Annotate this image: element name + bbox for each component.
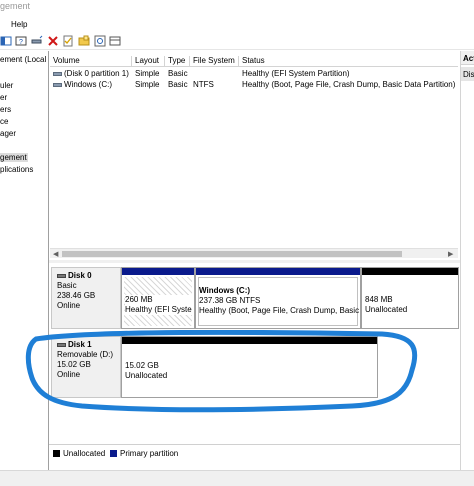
menu-help[interactable]: Help — [11, 20, 27, 29]
disk-name: Disk 0 — [68, 271, 92, 280]
row-volume-cell: (Disk 0 partition 1) — [50, 69, 132, 78]
partition-info: Windows (C:) 237.38 GB NTFS Healthy (Boo… — [199, 286, 359, 316]
unallocated-swatch — [53, 450, 60, 457]
volume-list-scrollbar[interactable]: ◀ ▶ — [50, 248, 458, 258]
column-volume[interactable]: Volume — [50, 56, 132, 67]
row-type-cell: Basic — [168, 69, 188, 78]
legend-primary-partition: Primary partition — [120, 449, 179, 458]
tree-item-event-viewer[interactable]: er — [0, 93, 7, 102]
connect-drive-icon[interactable] — [31, 35, 43, 47]
partition-info: 260 MB Healthy (EFI Syste — [125, 295, 192, 315]
show-hide-tree-icon[interactable] — [0, 35, 12, 47]
partition-size: 848 MB — [365, 295, 393, 304]
properties-icon[interactable] — [62, 35, 74, 47]
actions-pane: Acti Dis — [460, 51, 474, 471]
volume-name: (Disk 0 partition 1) — [64, 69, 129, 78]
row-status-cell: Healthy (Boot, Page File, Crash Dump, Ba… — [242, 80, 456, 89]
disk-name: Disk 1 — [68, 340, 92, 349]
primary-partition-bar — [196, 268, 360, 275]
primary-partition-swatch — [110, 450, 117, 457]
partition-size: 237.38 GB NTFS — [199, 296, 261, 305]
console-tree: ement (Local uler er ers ce ager gement … — [0, 51, 46, 471]
tree-item-device-manager[interactable]: ager — [0, 129, 16, 138]
disk-type: Removable (D:) — [57, 350, 114, 359]
table-row[interactable]: Windows (C:) Simple Basic NTFS Healthy (… — [50, 80, 458, 91]
disk-icon — [57, 342, 66, 347]
disk-0-label[interactable]: Disk 0 Basic 238.46 GB Online — [51, 267, 121, 329]
tree-item-performance[interactable]: ce — [0, 117, 8, 126]
drive-icon — [53, 71, 62, 76]
partition-size: 15.02 GB — [125, 361, 159, 370]
partition-info: 15.02 GB Unallocated — [125, 361, 167, 381]
column-status[interactable]: Status — [239, 56, 458, 67]
disk-1-label[interactable]: Disk 1 Removable (D:) 15.02 GB Online — [51, 336, 121, 398]
row-status-cell: Healthy (EFI System Partition) — [242, 69, 350, 78]
partition-efi[interactable]: 260 MB Healthy (EFI Syste — [121, 267, 195, 329]
help-icon[interactable]: ? — [15, 35, 27, 47]
drive-icon — [53, 82, 62, 87]
partition-size: 260 MB — [125, 295, 153, 304]
delete-icon[interactable] — [47, 35, 59, 47]
row-layout-cell: Simple — [135, 69, 160, 78]
tree-item-disk-management[interactable]: gement — [0, 153, 28, 162]
partition-detail: Unallocated — [125, 371, 168, 380]
legend-unallocated: Unallocated — [63, 449, 106, 458]
svg-text:?: ? — [19, 39, 23, 46]
disk-type: Basic — [57, 281, 77, 290]
title-bar: gement — [0, 0, 474, 16]
scroll-left-icon[interactable]: ◀ — [53, 250, 58, 258]
scrollbar-thumb[interactable] — [62, 251, 402, 257]
status-bar — [0, 470, 474, 486]
disk-size: 238.46 GB — [57, 291, 96, 300]
disk-size: 15.02 GB — [57, 360, 91, 369]
row-volume-cell: Windows (C:) — [50, 80, 132, 89]
toolbar: ? — [0, 33, 474, 50]
row-type-cell: Basic — [168, 80, 188, 89]
table-row[interactable]: (Disk 0 partition 1) Simple Basic Health… — [50, 69, 458, 80]
disk-state: Online — [57, 301, 81, 310]
volume-list: Volume Layout Type File System Status (D… — [50, 55, 458, 261]
partition-unallocated-disk0[interactable]: 848 MB Unallocated — [361, 267, 459, 329]
tree-item-shared-folders[interactable]: ers — [0, 105, 11, 114]
partition-windows[interactable]: Windows (C:) 237.38 GB NTFS Healthy (Boo… — [195, 267, 361, 329]
partition-detail: Healthy (EFI Syste — [125, 305, 192, 314]
actions-disk-management[interactable]: Dis — [461, 67, 474, 81]
column-type[interactable]: Type — [165, 56, 190, 67]
actions-header: Acti — [461, 51, 474, 65]
disk-icon — [57, 273, 66, 278]
unallocated-bar — [362, 268, 458, 275]
partition-info: 848 MB Unallocated — [365, 295, 407, 315]
window-title: gement — [0, 1, 31, 11]
tree-item-services-and-applications[interactable]: plications — [0, 165, 33, 174]
disk-map: Disk 0 Basic 238.46 GB Online 260 MB Hea… — [49, 263, 461, 443]
column-layout[interactable]: Layout — [132, 56, 165, 67]
disk-state: Online — [57, 370, 81, 379]
partition-label: Windows (C:) — [199, 286, 251, 295]
menu-bar: Help — [0, 16, 474, 33]
volume-list-header: Volume Layout Type File System Status — [50, 55, 458, 67]
volume-name: Windows (C:) — [64, 80, 113, 89]
search-icon[interactable] — [94, 35, 106, 47]
column-file-system[interactable]: File System — [190, 56, 239, 67]
partition-unallocated-disk1[interactable]: 15.02 GB Unallocated — [121, 336, 378, 398]
tree-item-root[interactable]: ement (Local — [0, 55, 46, 64]
scroll-right-icon[interactable]: ▶ — [448, 250, 453, 258]
legend: Unallocated Primary partition — [49, 444, 461, 460]
row-fs-cell: NTFS — [193, 80, 214, 89]
primary-partition-bar — [122, 268, 194, 275]
unallocated-bar — [122, 337, 377, 344]
row-layout-cell: Simple — [135, 80, 160, 89]
partition-detail: Unallocated — [365, 305, 408, 314]
tree-item-task-scheduler[interactable]: uler — [0, 81, 13, 90]
view-icon[interactable] — [109, 35, 121, 47]
folder-icon[interactable] — [78, 35, 90, 47]
partition-detail: Healthy (Boot, Page File, Crash Dump, Ba… — [199, 306, 360, 315]
